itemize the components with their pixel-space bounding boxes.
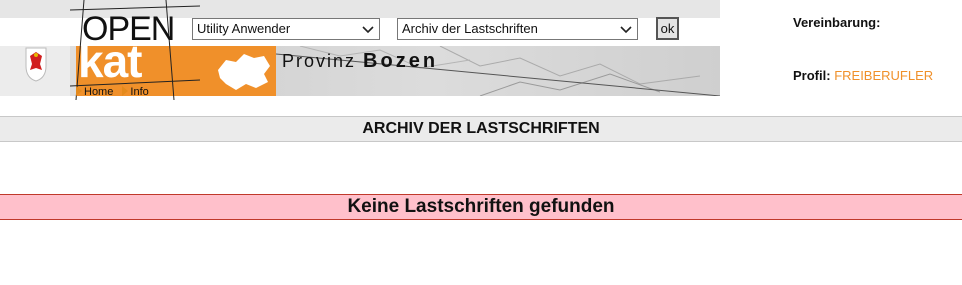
nav-home-link[interactable]: Home	[76, 86, 113, 98]
triangle-right-icon	[122, 86, 129, 96]
header: OPEN kat Provinz Bozen Home Info Utility…	[0, 0, 962, 116]
logo-kat-text: kat	[78, 35, 142, 87]
vereinbarung-label: Vereinbarung:	[793, 15, 881, 30]
profil-label: Profil:	[793, 68, 831, 83]
provinz-prefix: Provinz	[282, 51, 357, 71]
provinz-title: Provinz Bozen	[282, 50, 438, 73]
page-title: ARCHIV DER LASTSCHRIFTEN	[0, 116, 962, 142]
profil-value: FREIBERUFLER	[834, 68, 934, 83]
chevron-down-icon	[620, 26, 632, 34]
empty-result-message: Keine Lastschriften gefunden	[0, 194, 962, 220]
south-tyrol-map-icon	[210, 48, 276, 94]
utility-select[interactable]: Utility Anwender	[192, 18, 380, 40]
archiv-select[interactable]: Archiv der Lastschriften	[397, 18, 638, 40]
coat-of-arms-icon	[25, 47, 47, 82]
provinz-name: Bozen	[363, 50, 439, 72]
utility-select-value: Utility Anwender	[197, 21, 291, 36]
triangle-right-icon	[76, 86, 82, 96]
nav-links: Home Info	[76, 86, 155, 98]
archiv-select-value: Archiv der Lastschriften	[402, 21, 538, 36]
ok-button[interactable]: ok	[656, 17, 679, 40]
profil-info: Profil: FREIBERUFLER	[793, 68, 933, 83]
nav-info-link[interactable]: Info	[122, 86, 149, 98]
chevron-down-icon	[362, 26, 374, 34]
